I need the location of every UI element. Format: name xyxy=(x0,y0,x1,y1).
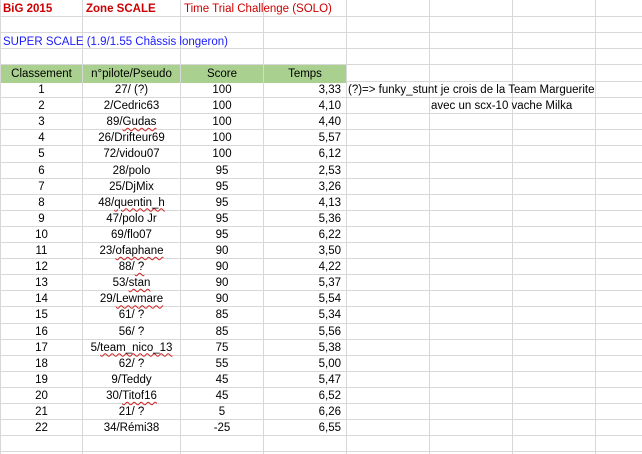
grid-line xyxy=(346,0,347,454)
grid-line xyxy=(595,0,596,454)
challenge-title: Time Trial Challenge (SOLO) xyxy=(184,3,332,15)
time-cell: 6,55 xyxy=(318,422,341,435)
score-cell: -25 xyxy=(213,422,231,435)
zone-title: Zone SCALE xyxy=(86,3,156,15)
grid-line xyxy=(0,451,642,453)
pilot-cell: 34/Rémi38 xyxy=(103,422,160,435)
rank-cell: 22 xyxy=(35,422,48,435)
category-title: SUPER SCALE (1.9/1.55 Châssis longeron) xyxy=(3,36,228,48)
event-title: BiG 2015 xyxy=(3,3,53,15)
grid-line xyxy=(512,0,513,454)
note-line-2: avec un scx-10 vache Milka xyxy=(431,100,573,112)
grid-line xyxy=(429,0,430,454)
spreadsheet-grid: BiG 2015 Zone SCALE Time Trial Challenge… xyxy=(0,0,642,454)
